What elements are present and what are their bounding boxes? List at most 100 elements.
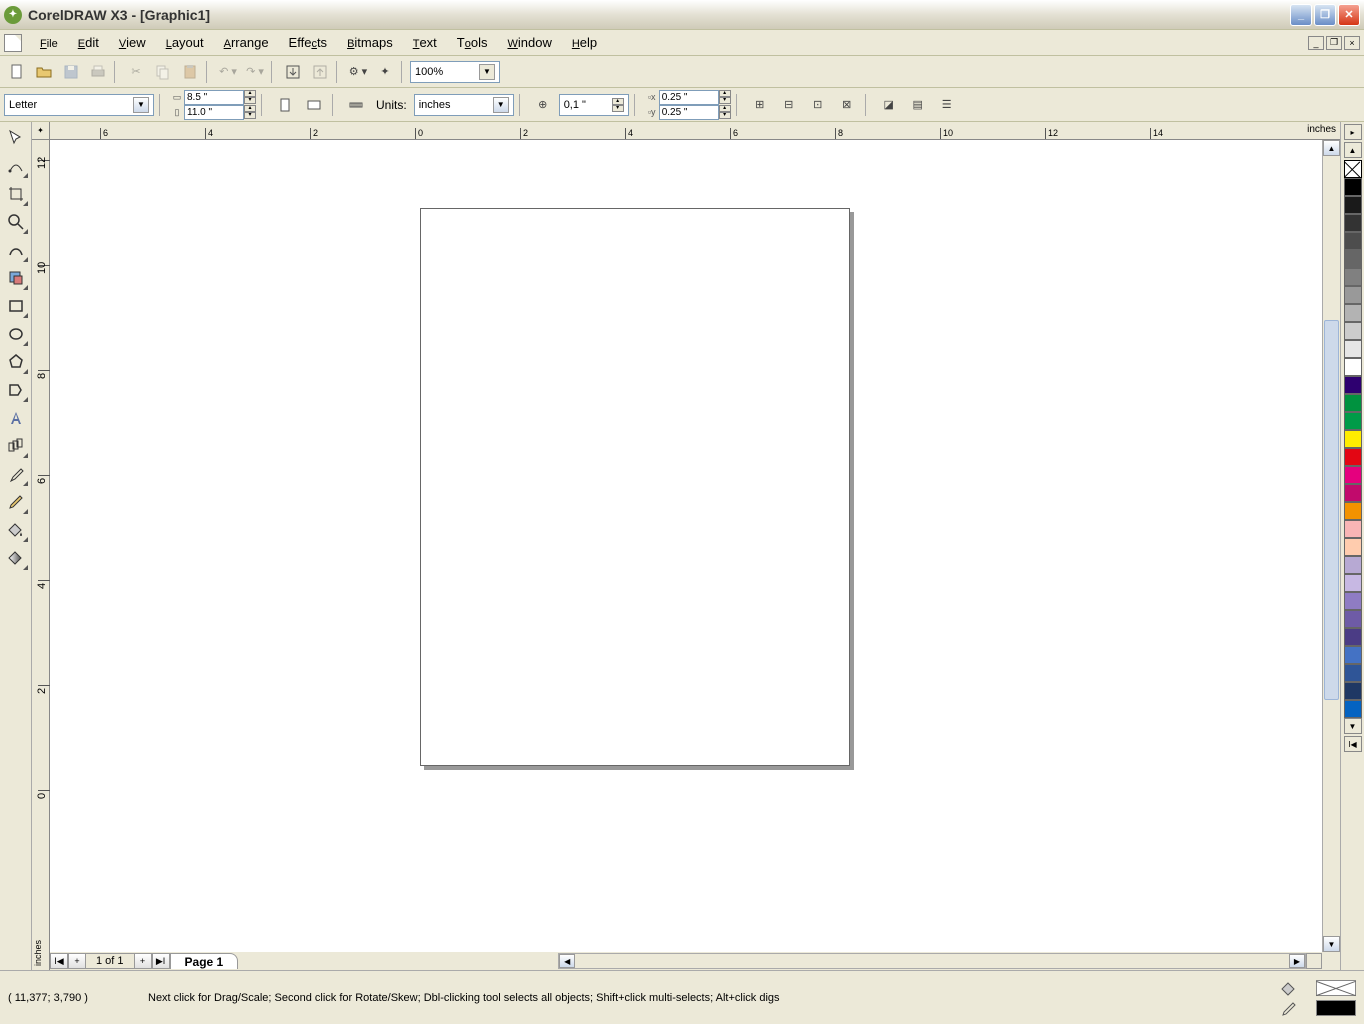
save-button[interactable] [58, 59, 84, 85]
scroll-up-button[interactable]: ▲ [1323, 140, 1340, 156]
color-swatch[interactable] [1344, 646, 1362, 664]
mdi-minimize-button[interactable]: _ [1308, 36, 1324, 50]
zoom-dropdown-icon[interactable]: ▼ [479, 64, 495, 80]
paper-width-input[interactable] [184, 90, 244, 105]
fill-tool[interactable] [2, 516, 30, 544]
menu-text[interactable]: Text [403, 31, 447, 54]
outline-color-indicator[interactable] [1316, 1000, 1356, 1016]
spin-down[interactable]: ▾ [719, 112, 731, 119]
spin-down[interactable]: ▾ [244, 97, 256, 104]
minimize-button[interactable]: _ [1290, 4, 1312, 26]
basic-shapes-tool[interactable] [2, 376, 30, 404]
paper-height-input[interactable] [184, 105, 244, 120]
dropdown-icon[interactable]: ▼ [133, 97, 149, 113]
color-swatch[interactable] [1344, 502, 1362, 520]
spin-up[interactable]: ▴ [719, 105, 731, 112]
color-swatch[interactable] [1344, 268, 1362, 286]
app-launcher-button[interactable]: ⚙ ▾ [345, 59, 371, 85]
add-page-after-button[interactable]: + [134, 953, 152, 969]
scroll-right-button[interactable]: ▶ [1289, 954, 1305, 968]
color-swatch[interactable] [1344, 412, 1362, 430]
nudge-offset-input[interactable]: 0,1 " ▴▾ [559, 94, 629, 116]
palette-scroll-down-button[interactable]: ▼ [1344, 718, 1362, 734]
options-button[interactable]: ▤ [905, 92, 931, 118]
color-swatch[interactable] [1344, 700, 1362, 718]
menu-view[interactable]: View [109, 31, 156, 54]
outline-tool[interactable] [2, 488, 30, 516]
welcome-screen-button[interactable]: ✦ [372, 59, 398, 85]
text-tool[interactable] [2, 404, 30, 432]
snap-to-objects-button[interactable]: ⊡ [805, 92, 831, 118]
treat-as-filled-button[interactable]: ◪ [876, 92, 902, 118]
pick-tool[interactable] [2, 124, 30, 152]
color-swatch[interactable] [1344, 592, 1362, 610]
zoom-tool[interactable] [2, 208, 30, 236]
first-page-button[interactable]: I◀ [50, 953, 68, 969]
zoom-level-combo[interactable]: 100% ▼ [410, 61, 500, 83]
crop-tool[interactable] [2, 180, 30, 208]
color-swatch[interactable] [1344, 466, 1362, 484]
horizontal-scrollbar[interactable]: ◀ ▶ [558, 953, 1306, 969]
interactive-fill-tool[interactable] [2, 544, 30, 572]
mdi-close-button[interactable]: × [1344, 36, 1360, 50]
rectangle-tool[interactable] [2, 292, 30, 320]
color-swatch[interactable] [1344, 286, 1362, 304]
paper-type-combo[interactable]: Letter ▼ [4, 94, 154, 116]
page-tab[interactable]: Page 1 [170, 953, 239, 969]
palette-menu-button[interactable]: I◀ [1344, 736, 1362, 752]
duplicate-y-input[interactable] [659, 105, 719, 120]
color-swatch[interactable] [1344, 358, 1362, 376]
close-button[interactable]: ✕ [1338, 4, 1360, 26]
spin-up[interactable]: ▴ [244, 105, 256, 112]
color-swatch[interactable] [1344, 610, 1362, 628]
color-swatch[interactable] [1344, 664, 1362, 682]
shape-tool[interactable] [2, 152, 30, 180]
color-swatch[interactable] [1344, 628, 1362, 646]
spin-down[interactable]: ▾ [612, 105, 624, 112]
options2-button[interactable]: ☰ [934, 92, 960, 118]
spin-down[interactable]: ▾ [719, 97, 731, 104]
vertical-scrollbar[interactable]: ▲ ▼ [1322, 140, 1340, 952]
menu-bitmaps[interactable]: Bitmaps [337, 31, 403, 54]
smart-fill-tool[interactable] [2, 264, 30, 292]
drawing-units-button[interactable] [343, 92, 369, 118]
menu-layout[interactable]: Layout [156, 31, 214, 54]
interactive-blend-tool[interactable] [2, 432, 30, 460]
color-swatch[interactable] [1344, 214, 1362, 232]
eyedropper-tool[interactable] [2, 460, 30, 488]
color-swatch[interactable] [1344, 394, 1362, 412]
copy-button[interactable] [150, 59, 176, 85]
duplicate-x-input[interactable] [659, 90, 719, 105]
add-page-before-button[interactable]: + [68, 953, 86, 969]
print-button[interactable] [85, 59, 111, 85]
scroll-thumb[interactable] [1324, 320, 1339, 700]
landscape-button[interactable] [301, 92, 327, 118]
palette-scroll-up-button[interactable]: ▲ [1344, 142, 1362, 158]
scroll-left-button[interactable]: ◀ [559, 954, 575, 968]
color-swatch[interactable] [1344, 556, 1362, 574]
spin-down[interactable]: ▾ [244, 112, 256, 119]
palette-flyout-button[interactable]: ▸ [1344, 124, 1362, 140]
color-swatch[interactable] [1344, 232, 1362, 250]
open-button[interactable] [31, 59, 57, 85]
menu-file[interactable]: File [30, 31, 68, 54]
import-button[interactable] [280, 59, 306, 85]
maximize-button[interactable]: ❐ [1314, 4, 1336, 26]
color-swatch[interactable] [1344, 304, 1362, 322]
drawing-canvas[interactable] [50, 140, 1322, 952]
polygon-tool[interactable] [2, 348, 30, 376]
menu-help[interactable]: Help [562, 31, 607, 54]
paste-button[interactable] [177, 59, 203, 85]
color-swatch[interactable] [1344, 430, 1362, 448]
undo-button[interactable]: ↶ ▾ [215, 59, 241, 85]
menu-effects[interactable]: Effects [279, 31, 338, 54]
ellipse-tool[interactable] [2, 320, 30, 348]
vertical-ruler[interactable]: 121086420 inches [32, 140, 50, 970]
new-button[interactable] [4, 59, 30, 85]
color-swatch[interactable] [1344, 178, 1362, 196]
menu-window[interactable]: Window [497, 31, 561, 54]
color-swatch[interactable] [1344, 376, 1362, 394]
navigator-button[interactable] [1306, 953, 1322, 969]
freehand-tool[interactable] [2, 236, 30, 264]
dynamic-guides-button[interactable]: ⊠ [834, 92, 860, 118]
